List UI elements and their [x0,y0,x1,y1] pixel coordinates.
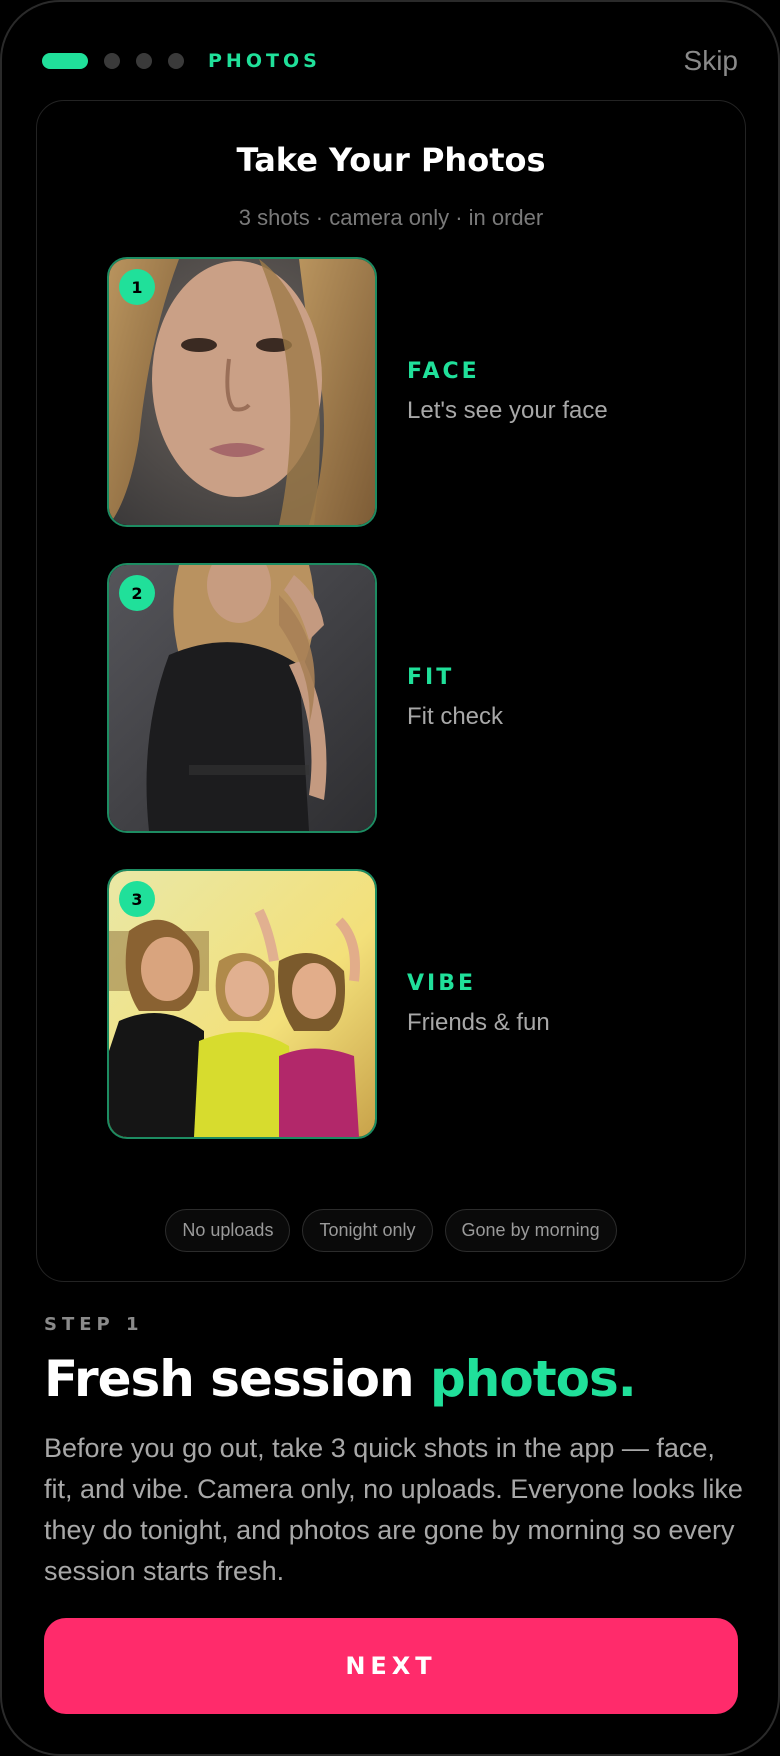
progress-dot [168,53,184,69]
info-chips: No uploads Tonight only Gone by morning [37,1209,745,1252]
next-button[interactable]: NEXT [44,1618,738,1714]
shot-description: Friends & fun [407,1009,550,1036]
card-title: Take Your Photos [236,141,546,179]
intro-description: Before you go out, take 3 quick shots in… [44,1433,743,1586]
shot-number-badge: 3 [119,881,155,917]
shot-number-badge: 2 [119,575,155,611]
skip-button[interactable]: Skip [684,45,738,77]
shot-item-vibe[interactable]: 3 VIBE Friends & fun [107,869,550,1139]
shot-title: VIBE [407,971,477,996]
shot-number-badge: 1 [119,269,155,305]
step-number: STEP 1 [44,1314,144,1335]
top-bar: PHOTOS Skip [42,42,738,80]
shot-title: FACE [407,359,480,384]
headline-main: Fresh session [44,1350,430,1408]
shot-title: FIT [407,665,455,690]
chip-no-uploads: No uploads [165,1209,291,1252]
page-title: Fresh session photos. [44,1350,637,1408]
chip-gone-by-morning: Gone by morning [444,1209,617,1252]
progress-dot [136,53,152,69]
shot-item-fit[interactable]: 2 FIT Fit check [107,563,503,833]
chip-tonight-only: Tonight only [302,1209,433,1252]
shot-description: Fit check [407,703,504,730]
progress-dot [104,53,120,69]
progress-dot-active [42,53,88,69]
phone-screen: PHOTOS Skip Take Your Photos 3 shots · c… [0,0,780,1756]
shot-item-face[interactable]: 1 FACE Let's see your face [107,257,608,527]
headline-accent: photos. [429,1350,637,1408]
card-subtitle: 3 shots · camera only · in order [238,205,544,230]
shot-description: Let's see your face [407,397,608,424]
photos-card: Take Your Photos 3 shots · camera only ·… [36,100,746,1282]
step-label: PHOTOS [208,50,321,72]
